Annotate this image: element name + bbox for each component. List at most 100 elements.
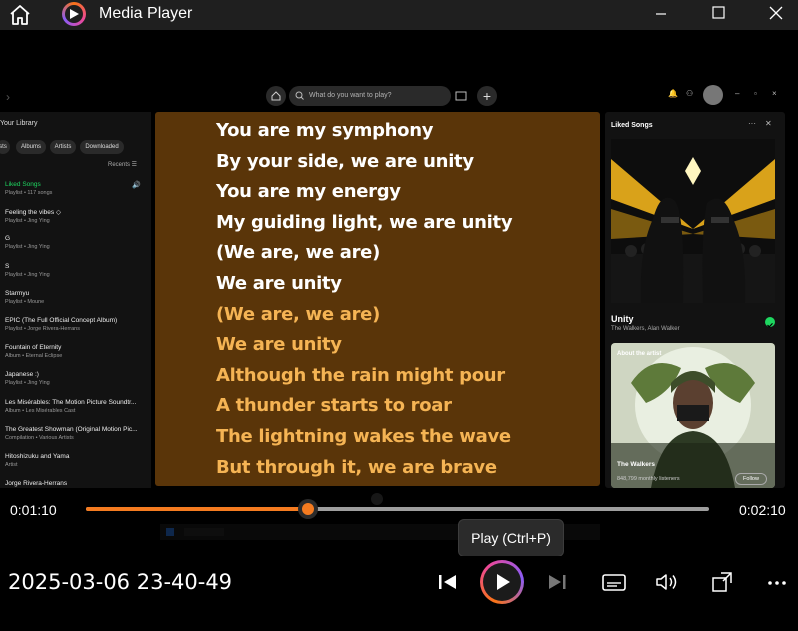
library-item-subtitle: Playlist • Jing Ying [5,271,50,278]
now-playing-panel: Liked Songs ··· ✕ Unity The Walkers, Ala… [605,112,785,488]
library-item: Hitoshizuku and Yama Artist [5,453,149,468]
next-button[interactable] [542,566,574,598]
create-plus-icon: + [477,86,497,106]
chip-albums: Albums [16,140,46,154]
about-artist-label: About the artist [617,351,662,357]
library-item-subtitle: Playlist • Jing Ying [5,380,50,387]
lyric-line: You are my energy [216,181,401,203]
library-sidebar: Your Library sts Albums Artists Download… [0,112,151,488]
library-item: Jorge Rivera-Herrans [5,480,149,487]
mini-player-button[interactable] [706,566,738,598]
lyric-line: Although the rain might pour [216,364,505,386]
home-icon[interactable] [8,4,32,26]
library-item-name: The Greatest Showman (Original Motion Pi… [5,425,138,433]
play-button[interactable] [480,560,524,604]
lyric-line: We are unity [216,334,342,356]
lyrics-panel: You are my symphony By your side, we are … [155,112,600,486]
album-art [611,139,775,303]
library-item-name: Liked Songs [5,181,41,188]
spotify-maximize-icon: ▫ [754,89,757,98]
library-item-name: Starmyu [5,289,30,297]
spotify-close-icon: × [772,89,777,98]
seek-bar[interactable] [86,499,709,519]
lyric-line: By your side, we are unity [216,150,474,172]
library-item: Starmyu Playlist • Moune [5,290,149,305]
library-item-subtitle: Album • Les Misérables Cast [5,407,76,414]
library-item-name: Feeling the vibes ◇ [5,209,61,217]
library-item: Japanese :) Playlist • Jing Ying [5,371,149,386]
follow-button-video: Follow [735,473,767,485]
seek-thumb[interactable] [297,499,318,519]
bell-icon: 🔔 [668,89,678,98]
subtitles-button[interactable] [598,566,630,598]
spotify-top-bar: › What do you want to play? + 🔔 ⚇ – ▫ × [0,82,798,112]
library-item-name: G [5,235,11,243]
artist-name: The Walkers [617,461,656,468]
spotify-window-video: › What do you want to play? + 🔔 ⚇ – ▫ × … [0,82,798,488]
spotify-search-placeholder: What do you want to play? [309,92,392,99]
monthly-listeners: 848,799 monthly listeners [617,476,680,482]
current-time: 0:01:10 [10,502,57,518]
library-item: S Playlist • Jing Ying [5,263,149,278]
library-item-name: Les Misérables: The Motion Picture Sound… [5,398,137,406]
play-icon [497,574,510,590]
library-item-subtitle: Playlist • Jing Ying [5,218,50,225]
library-item-subtitle: Artist [5,462,18,468]
media-player-logo-icon [62,2,86,26]
library-item-subtitle: Playlist • Jing Ying [5,244,50,251]
lyric-line: (We are, we are) [216,303,381,325]
more-options-button[interactable] [761,566,793,598]
panel-close-icon: ✕ [765,119,772,128]
liked-check-icon [765,317,775,328]
avatar [703,85,723,105]
library-item-subtitle: Playlist • Moune [5,298,45,305]
spotify-minimize-icon: – [735,89,740,98]
spotify-search-field: What do you want to play? [289,86,451,106]
now-playing-title: Unity [611,314,634,324]
browse-icon [452,86,470,106]
library-item-name: Jorge Rivera-Herrans [5,480,68,488]
library-item: Fountain of Eternity Album • Eternal Ecli… [5,344,149,359]
library-item-name: Japanese :) [5,371,39,379]
lyric-line: But through it, we are brave [216,456,497,478]
recents-sort: Recents ☰ [108,162,138,168]
lyric-line: We are unity [216,273,342,294]
seek-progress [86,507,308,511]
volume-button[interactable] [651,566,683,598]
library-item-name: Hitoshizuku and Yama [5,453,70,460]
library-item-subtitle: Compilation • Various Artists [5,434,74,441]
lyric-line: My guiding light, we are unity [216,211,513,233]
library-item-subtitle: Album • Eternal Eclipse [5,353,63,360]
playing-speaker-icon: 🔊 [132,182,141,189]
title-bar: Media Player [0,0,798,30]
library-item: Les Misérables: The Motion Picture Sound… [5,399,149,414]
window-title: Media Player [99,5,193,22]
close-button[interactable] [759,2,793,26]
maximize-button[interactable] [702,2,736,26]
media-title: 2025-03-06 23-40-49 [8,570,233,594]
total-time: 0:02:10 [739,502,786,518]
play-tooltip: Play (Ctrl+P) [458,519,564,557]
video-area[interactable]: › What do you want to play? + 🔔 ⚇ – ▫ × … [0,30,798,488]
lyric-line: (We are, we are) [216,242,381,264]
library-item: EPIC (The Full Official Concept Album) Pl… [5,317,149,332]
library-item-name: EPIC (The Full Official Concept Album) [5,317,118,324]
library-item-subtitle: Playlist • 117 songs [5,190,53,196]
minimize-button[interactable] [644,2,678,26]
chip-artists: Artists [50,140,76,154]
about-artist-card: About the artist The Walkers 848,799 mon… [611,343,775,488]
library-item: The Greatest Showman (Original Motion Pi… [5,426,149,441]
library-item-name: Fountain of Eternity [5,344,62,352]
library-item-subtitle: Playlist • Jorge Rivera-Herrans [5,326,80,332]
lyric-line: You are my symphony [216,120,434,141]
library-item: G Playlist • Jing Ying [5,235,149,250]
back-chevron-icon: › [6,90,10,104]
previous-button[interactable] [432,566,464,598]
spotify-home-icon [266,86,286,106]
lyric-line: A thunder starts to roar [216,395,452,417]
now-playing-artists: The Walkers, Alan Walker [611,326,680,332]
chip-downloaded: Downloaded [80,140,124,154]
library-item-name: S [5,262,10,270]
now-playing-header: Liked Songs [611,122,653,129]
library-title: Your Library [0,120,38,127]
